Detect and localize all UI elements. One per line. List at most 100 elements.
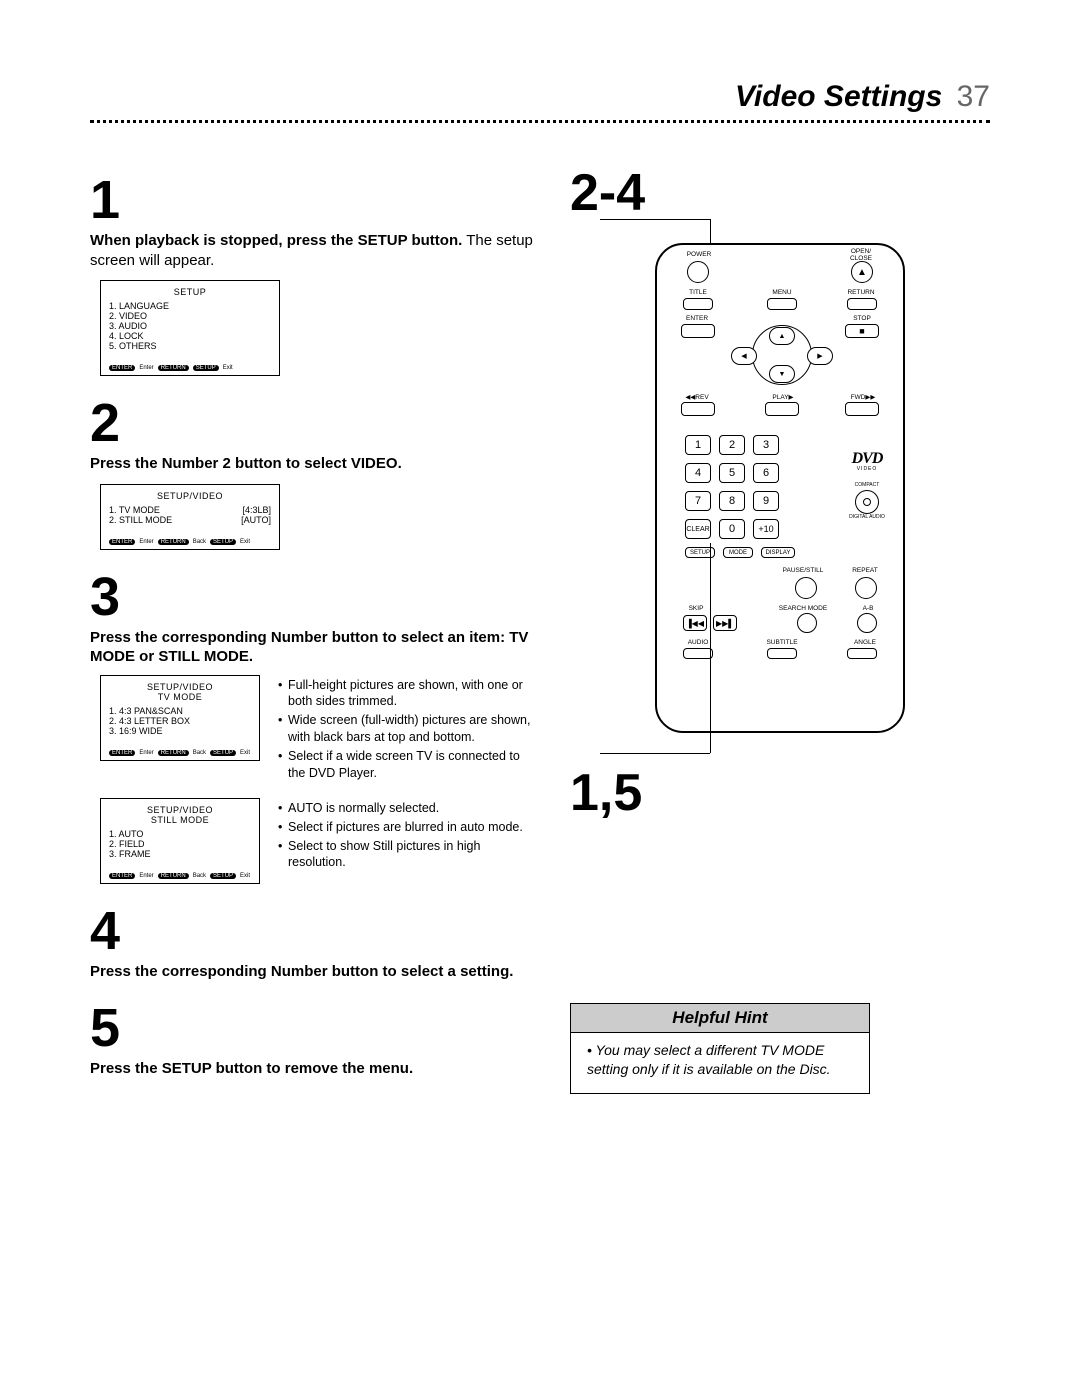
osd-tvmode-pair: SETUP/VIDEO TV MODE 1. 4:3 PAN&SCAN 2. 4…	[100, 675, 540, 784]
title-button[interactable]	[683, 298, 713, 310]
cd-top: COMPACT	[843, 482, 891, 488]
rev-button[interactable]	[681, 402, 715, 416]
header-rule	[90, 120, 990, 123]
bullet: Select to show Still pictures in high re…	[278, 838, 540, 872]
left-column: 1 When playback is stopped, press the SE…	[90, 153, 540, 1094]
osd2-right: [AUTO]	[241, 515, 271, 525]
label-subtitle: SUBTITLE	[757, 639, 807, 646]
label-pausestill: PAUSE/STILL	[773, 567, 833, 574]
label-title: TITLE	[681, 289, 715, 296]
step-4-number: 4	[90, 904, 540, 958]
enter-button[interactable]	[681, 324, 715, 338]
return-button[interactable]	[847, 298, 877, 310]
display-button[interactable]: DISPLAY	[761, 547, 795, 558]
label-angle: ANGLE	[847, 639, 883, 646]
searchmode-button[interactable]	[797, 613, 817, 633]
open-close-button[interactable]: ▲	[851, 261, 873, 283]
menu-button[interactable]	[767, 298, 797, 310]
dpad-left[interactable]: ◀	[731, 347, 757, 365]
remote-control: POWER OPEN/ CLOSE ▲ TITLE MENU RETURN EN…	[655, 243, 905, 733]
num-9-button[interactable]: 9	[753, 491, 779, 511]
pill-text: Exit	[240, 539, 250, 545]
leader-line	[710, 543, 711, 753]
num-5-button[interactable]: 5	[719, 463, 745, 483]
skip-fwd-button[interactable]: ▶▶▌	[713, 615, 737, 631]
repeat-button[interactable]	[855, 577, 877, 599]
step-1-number: 1	[90, 173, 540, 227]
step-3-body: Press the corresponding Number button to…	[90, 628, 540, 667]
osd-setup-video: SETUP/VIDEO 1. TV MODE [4:3LB] 2. STILL …	[100, 484, 280, 550]
fwd-button[interactable]	[845, 402, 879, 416]
num-7-button[interactable]: 7	[685, 491, 711, 511]
page-number: 37	[957, 80, 990, 113]
mode-button[interactable]: MODE	[723, 547, 753, 558]
step-5-number: 5	[90, 1001, 540, 1055]
pill-text: Exit	[240, 750, 250, 756]
label-rev: ◀◀REV	[679, 393, 715, 401]
pill: ENTER	[109, 750, 135, 756]
subtitle-button[interactable]	[767, 648, 797, 659]
num-4-button[interactable]: 4	[685, 463, 711, 483]
pill: RETURN	[158, 365, 189, 371]
callout-2-4: 2-4	[570, 163, 990, 223]
osd-setup-footer: ENTEREnter RETURN SETUPExit	[109, 365, 271, 371]
osd-tvmode: SETUP/VIDEO TV MODE 1. 4:3 PAN&SCAN 2. 4…	[100, 675, 260, 761]
plus10-button[interactable]: +10	[753, 519, 779, 539]
label-open: OPEN/ CLOSE	[839, 248, 883, 262]
step-1-body: When playback is stopped, press the SETU…	[90, 231, 540, 270]
ab-button[interactable]	[857, 613, 877, 633]
label-ab: A-B	[853, 605, 883, 612]
stop-button[interactable]: ■	[845, 324, 879, 338]
num-3-button[interactable]: 3	[753, 435, 779, 455]
label-searchmode: SEARCH MODE	[771, 605, 835, 612]
pill-text: Back	[193, 539, 206, 545]
right-column: 2-4 POWER OPEN/ CLOSE ▲ TITLE MENU RETUR…	[570, 153, 990, 1094]
pill-text: Enter	[139, 873, 153, 879]
num-8-button[interactable]: 8	[719, 491, 745, 511]
label-play: PLAY▶	[765, 393, 801, 401]
power-button[interactable]	[687, 261, 709, 283]
pill: SETUP	[210, 539, 236, 545]
pill-text: Back	[193, 873, 206, 879]
audio-button[interactable]	[683, 648, 713, 659]
callout-1-5: 1,5	[570, 763, 990, 823]
osd2-footer: ENTEREnter RETURNBack SETUPExit	[109, 539, 271, 545]
num-0-button[interactable]: 0	[719, 519, 745, 539]
num-1-button[interactable]: 1	[685, 435, 711, 455]
pausestill-button[interactable]	[795, 577, 817, 599]
osd-setup-item: 5. OTHERS	[109, 341, 271, 351]
dpad-up[interactable]: ▲	[769, 327, 795, 345]
main-columns: 1 When playback is stopped, press the SE…	[90, 153, 990, 1094]
pill-text: Exit	[223, 365, 233, 371]
osd3a-sub: TV MODE	[109, 692, 251, 702]
skip-back-button[interactable]: ▐◀◀	[683, 615, 707, 631]
play-button[interactable]	[765, 402, 799, 416]
pill: ENTER	[109, 539, 135, 545]
osd3b-footer: ENTEREnter RETURNBack SETUPExit	[109, 873, 251, 879]
cd-logo: COMPACT DIGITAL AUDIO	[843, 482, 891, 520]
num-2-button[interactable]: 2	[719, 435, 745, 455]
osd3a-item: 1. 4:3 PAN&SCAN	[109, 706, 251, 716]
pill-text: Enter	[139, 365, 153, 371]
angle-button[interactable]	[847, 648, 877, 659]
osd-setup-item: 2. VIDEO	[109, 311, 271, 321]
label-enter: ENTER	[679, 315, 715, 322]
osd-stillmode-pair: SETUP/VIDEO STILL MODE 1. AUTO 2. FIELD …	[100, 798, 540, 884]
dpad-down[interactable]: ▼	[769, 365, 795, 383]
pill-text: Exit	[240, 873, 250, 879]
helpful-hint-box: Helpful Hint You may select a different …	[570, 1003, 870, 1094]
osd3b-title: SETUP/VIDEO	[109, 805, 251, 815]
num-6-button[interactable]: 6	[753, 463, 779, 483]
hint-body: You may select a different TV MODE setti…	[571, 1033, 869, 1093]
step-2-number: 2	[90, 396, 540, 450]
label-return: RETURN	[841, 289, 881, 296]
remote-wrap: POWER OPEN/ CLOSE ▲ TITLE MENU RETURN EN…	[570, 243, 990, 733]
step-4-body: Press the corresponding Number button to…	[90, 962, 540, 982]
bullet: AUTO is normally selected.	[278, 800, 540, 817]
clear-button[interactable]: CLEAR	[685, 519, 711, 539]
dpad-right[interactable]: ▶	[807, 347, 833, 365]
osd-setup: SETUP 1. LANGUAGE 2. VIDEO 3. AUDIO 4. L…	[100, 280, 280, 376]
osd3a-item: 2. 4:3 LETTER BOX	[109, 716, 251, 726]
osd-setup-item: 4. LOCK	[109, 331, 271, 341]
osd3a-item: 3. 16:9 WIDE	[109, 726, 251, 736]
